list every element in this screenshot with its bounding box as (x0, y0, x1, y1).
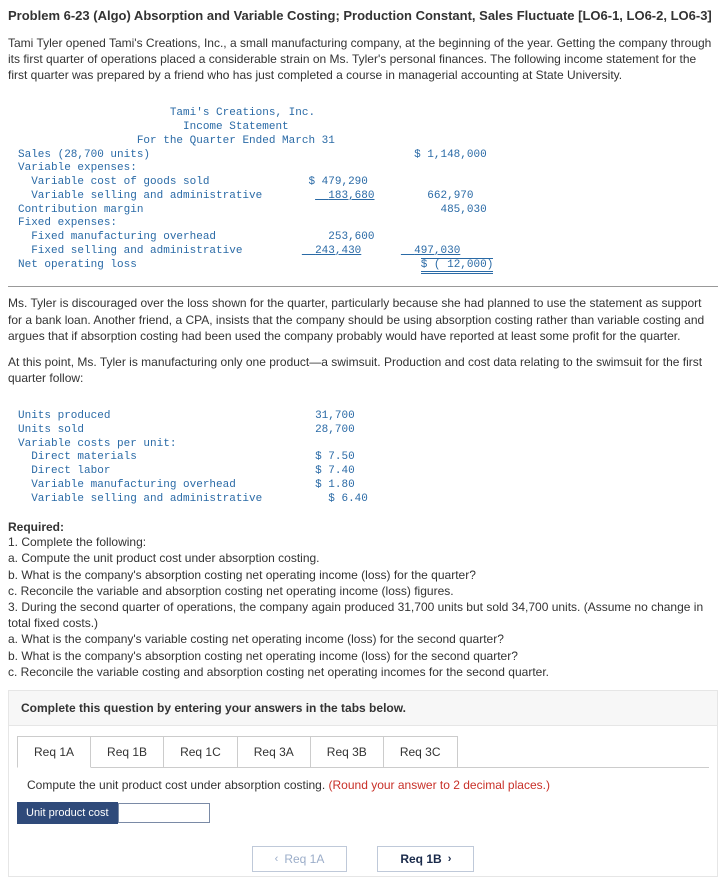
stmt-title: Income Statement (18, 121, 289, 133)
answer-area: Complete this question by entering your … (8, 690, 718, 877)
tab-req-1a[interactable]: Req 1A (17, 736, 91, 768)
stmt-row-sales: Sales (28,700 units) $ 1,148,000 (18, 149, 487, 161)
problem-title: Problem 6-23 (Algo) Absorption and Varia… (8, 8, 718, 23)
tab-req-3c[interactable]: Req 3C (383, 736, 458, 768)
required-list: 1. Complete the following: a. Compute th… (8, 534, 718, 680)
data-row-sold: Units sold 28,700 (18, 424, 355, 436)
data-row-vsga: Variable selling and administrative $ 6.… (18, 493, 368, 505)
data-row-produced: Units produced 31,700 (18, 410, 355, 422)
stmt-row-sga: Variable selling and administrative 183,… (18, 190, 474, 202)
stmt-row-fsga: Fixed selling and administrative 243,430… (18, 245, 460, 257)
stmt-row-netloss: Net operating loss $ ( 12,000) (18, 258, 493, 274)
input-row: Unit product cost (9, 802, 717, 838)
chevron-right-icon: › (448, 853, 452, 865)
tab-req-3b[interactable]: Req 3B (310, 736, 384, 768)
req-3c: c. Reconcile the variable costing and ab… (8, 664, 718, 680)
unit-product-cost-label: Unit product cost (17, 802, 118, 824)
tab-req-1c[interactable]: Req 1C (163, 736, 238, 768)
prev-button[interactable]: ‹ Req 1A (252, 846, 348, 872)
req-3: 3. During the second quarter of operatio… (8, 599, 718, 631)
stmt-row-varexp: Variable expenses: (18, 162, 137, 174)
stmt-row-cogs: Variable cost of goods sold $ 479,290 (18, 176, 368, 188)
cost-data: Units produced 31,700 Units sold 28,700 … (18, 396, 718, 506)
unit-product-cost-input[interactable] (118, 803, 210, 823)
answer-instruction: Complete this question by entering your … (9, 691, 717, 726)
next-label: Req 1B (400, 852, 441, 866)
stmt-row-fmo: Fixed manufacturing overhead 253,600 (18, 231, 374, 243)
subinstruction: Compute the unit product cost under abso… (17, 767, 709, 802)
prev-label: Req 1A (284, 852, 324, 866)
nav-buttons: ‹ Req 1A Req 1B › (9, 838, 717, 876)
paragraph-3: At this point, Ms. Tyler is manufacturin… (8, 354, 718, 386)
tab-req-1b[interactable]: Req 1B (90, 736, 164, 768)
stmt-company: Tami's Creations, Inc. (18, 107, 315, 119)
rounding-hint: (Round your answer to 2 decimal places.) (329, 778, 550, 792)
stmt-row-cm: Contribution margin 485,030 (18, 204, 487, 216)
answer-tabs: Req 1A Req 1B Req 1C Req 3A Req 3B Req 3… (9, 726, 717, 768)
data-row-dl: Direct labor $ 7.40 (18, 465, 355, 477)
data-row-dm: Direct materials $ 7.50 (18, 451, 355, 463)
next-button[interactable]: Req 1B › (377, 846, 474, 872)
req-1a: a. Compute the unit product cost under a… (8, 550, 718, 566)
req-1b: b. What is the company's absorption cost… (8, 567, 718, 583)
req-3b: b. What is the company's absorption cost… (8, 648, 718, 664)
divider (8, 286, 718, 287)
paragraph-2: Ms. Tyler is discouraged over the loss s… (8, 295, 718, 344)
paragraph-1: Tami Tyler opened Tami's Creations, Inc.… (8, 35, 718, 84)
tab-req-3a[interactable]: Req 3A (237, 736, 311, 768)
required-label: Required: (8, 520, 718, 534)
data-row-vmo: Variable manufacturing overhead $ 1.80 (18, 479, 355, 491)
data-row-varhdr: Variable costs per unit: (18, 438, 176, 450)
stmt-row-fixexp: Fixed expenses: (18, 217, 117, 229)
req-3a: a. What is the company's variable costin… (8, 631, 718, 647)
chevron-left-icon: ‹ (275, 853, 279, 865)
income-statement: Tami's Creations, Inc. Income Statement … (18, 94, 718, 273)
stmt-period: For the Quarter Ended March 31 (18, 135, 335, 147)
req-1: 1. Complete the following: (8, 534, 718, 550)
req-1c: c. Reconcile the variable and absorption… (8, 583, 718, 599)
